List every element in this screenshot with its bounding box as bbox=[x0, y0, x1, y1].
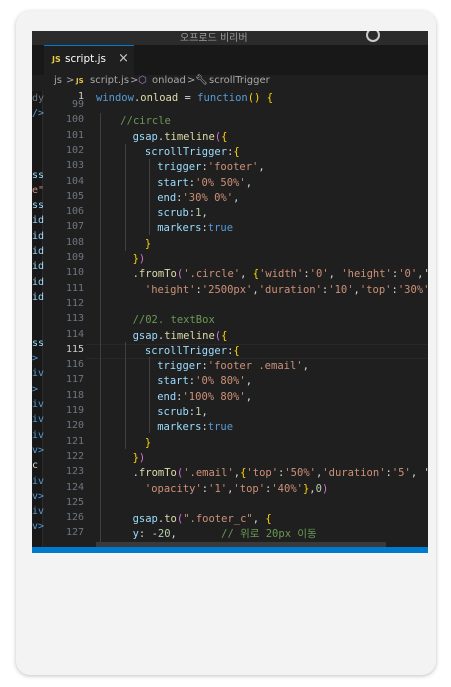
tab-script-js[interactable]: JS script.js × bbox=[44, 45, 134, 75]
line-number: 106 bbox=[65, 206, 84, 218]
line-number: 120 bbox=[65, 420, 84, 432]
code-line: gsap.timeline({ bbox=[132, 329, 228, 342]
line-number: 101 bbox=[65, 129, 84, 141]
code-line: gsap.timeline({ bbox=[132, 130, 228, 143]
line-number: 127 bbox=[65, 527, 84, 539]
code-line: start:'0% 50%', bbox=[157, 176, 253, 189]
code-line: end:'30% 0%', bbox=[157, 191, 240, 204]
line-number: 125 bbox=[65, 496, 84, 508]
indent-guide bbox=[125, 342, 126, 449]
code-line: trigger:'footer .email', bbox=[157, 360, 309, 373]
breadcrumb-symbol[interactable]: scrollTrigger bbox=[209, 75, 270, 86]
code-line: }) bbox=[132, 451, 146, 464]
code-line: } bbox=[144, 237, 152, 250]
code-line: //circle bbox=[120, 115, 171, 128]
line-number: 124 bbox=[65, 481, 84, 493]
javascript-file-icon: JS bbox=[76, 77, 84, 85]
breadcrumb: js > JS script.js > ⬡ onload > 🔧︎ scroll… bbox=[32, 75, 428, 91]
line-number: 111 bbox=[65, 282, 84, 294]
line-number: 108 bbox=[65, 236, 84, 248]
code-line: .fromTo('.email',{'top':'50%','duration'… bbox=[132, 467, 428, 480]
line-number: 117 bbox=[65, 374, 84, 386]
code-line: //02. textBox bbox=[132, 314, 215, 327]
line-number: 104 bbox=[65, 175, 84, 187]
code-line: scrollTrigger:{ bbox=[144, 344, 240, 357]
line-number: 123 bbox=[65, 466, 84, 478]
code-line: markers:true bbox=[157, 421, 234, 434]
breadcrumb-function[interactable]: onload bbox=[152, 75, 186, 86]
line-number: 103 bbox=[65, 160, 84, 172]
title-bar: 오프로드 비리버 bbox=[32, 31, 428, 45]
line-number: 115 bbox=[65, 343, 84, 355]
code-line: start:'0% 80%', bbox=[157, 375, 253, 388]
code-line: trigger:'footer', bbox=[157, 161, 265, 174]
code-line: 'opacity':'1','top':'40%'},0) bbox=[144, 482, 329, 495]
chevron-right-icon: > bbox=[66, 75, 75, 86]
line-number: 119 bbox=[65, 405, 84, 416]
indent-guide bbox=[149, 357, 150, 433]
breadcrumb-folder[interactable]: js bbox=[54, 75, 62, 86]
panel-text-fragment: > bbox=[32, 383, 39, 395]
code-line: } bbox=[144, 436, 152, 449]
sticky-scroll-line: window.onload = function() { bbox=[96, 92, 274, 104]
vscode-window: 오프로드 비리버 JS script.js × js > JS script.j… bbox=[32, 31, 428, 553]
line-number: 112 bbox=[65, 297, 84, 309]
line-number: 100 bbox=[65, 114, 84, 126]
code-line: scrollTrigger:{ bbox=[144, 145, 240, 158]
line-number: 99 bbox=[71, 99, 84, 110]
code-line: scrub:1, bbox=[157, 406, 208, 418]
code-line: markers:true bbox=[157, 222, 234, 235]
code-line: y: -20, // 위로 20px 이동 bbox=[132, 528, 317, 541]
breadcrumb-file[interactable]: script.js bbox=[90, 75, 129, 86]
code-editor[interactable]: window.onload = function() { //circle gsa… bbox=[96, 91, 428, 553]
panel-text-fragment: c bbox=[32, 460, 39, 472]
line-number: 110 bbox=[65, 267, 84, 279]
tab-label: script.js bbox=[65, 53, 106, 65]
line-number: 121 bbox=[65, 435, 84, 447]
line-number: 126 bbox=[65, 512, 84, 524]
line-number: 109 bbox=[65, 252, 84, 263]
method-cube-icon: ⬡ bbox=[138, 75, 147, 86]
panel-text-fragment: > bbox=[32, 353, 39, 365]
indent-guide bbox=[100, 113, 101, 553]
indent-guide bbox=[149, 159, 150, 235]
line-number: 102 bbox=[65, 144, 84, 156]
javascript-file-icon: JS bbox=[52, 55, 61, 64]
line-number: 122 bbox=[65, 450, 84, 462]
account-icon[interactable] bbox=[366, 31, 380, 42]
line-number: 114 bbox=[65, 328, 84, 340]
line-number: 105 bbox=[65, 190, 84, 202]
status-bar bbox=[32, 547, 428, 553]
line-number: 118 bbox=[65, 389, 84, 401]
code-line: gsap.to(".footer_c", { bbox=[132, 513, 272, 526]
line-number: 113 bbox=[65, 313, 84, 325]
code-line: end:'100% 80%', bbox=[157, 390, 253, 403]
line-number: 107 bbox=[65, 221, 84, 233]
line-number-gutter: 1 99 100 101 102 103 104 105 106 107 108 109 110 111… bbox=[42, 91, 86, 553]
code-line: scrub:1, bbox=[157, 207, 208, 220]
close-icon[interactable]: × bbox=[118, 51, 129, 66]
code-line: .fromTo('.circle', {'width':'0', 'height… bbox=[132, 268, 428, 281]
tab-bar: JS script.js × bbox=[32, 45, 428, 75]
code-line: 'height':'2500px','duration':'10','top':… bbox=[144, 283, 428, 296]
indent-guide bbox=[125, 144, 126, 251]
command-center-search[interactable]: 오프로드 비리버 bbox=[180, 31, 248, 44]
code-line: }) bbox=[132, 253, 146, 265]
line-number: 116 bbox=[65, 359, 84, 371]
wrench-icon: 🔧︎ bbox=[195, 75, 208, 86]
